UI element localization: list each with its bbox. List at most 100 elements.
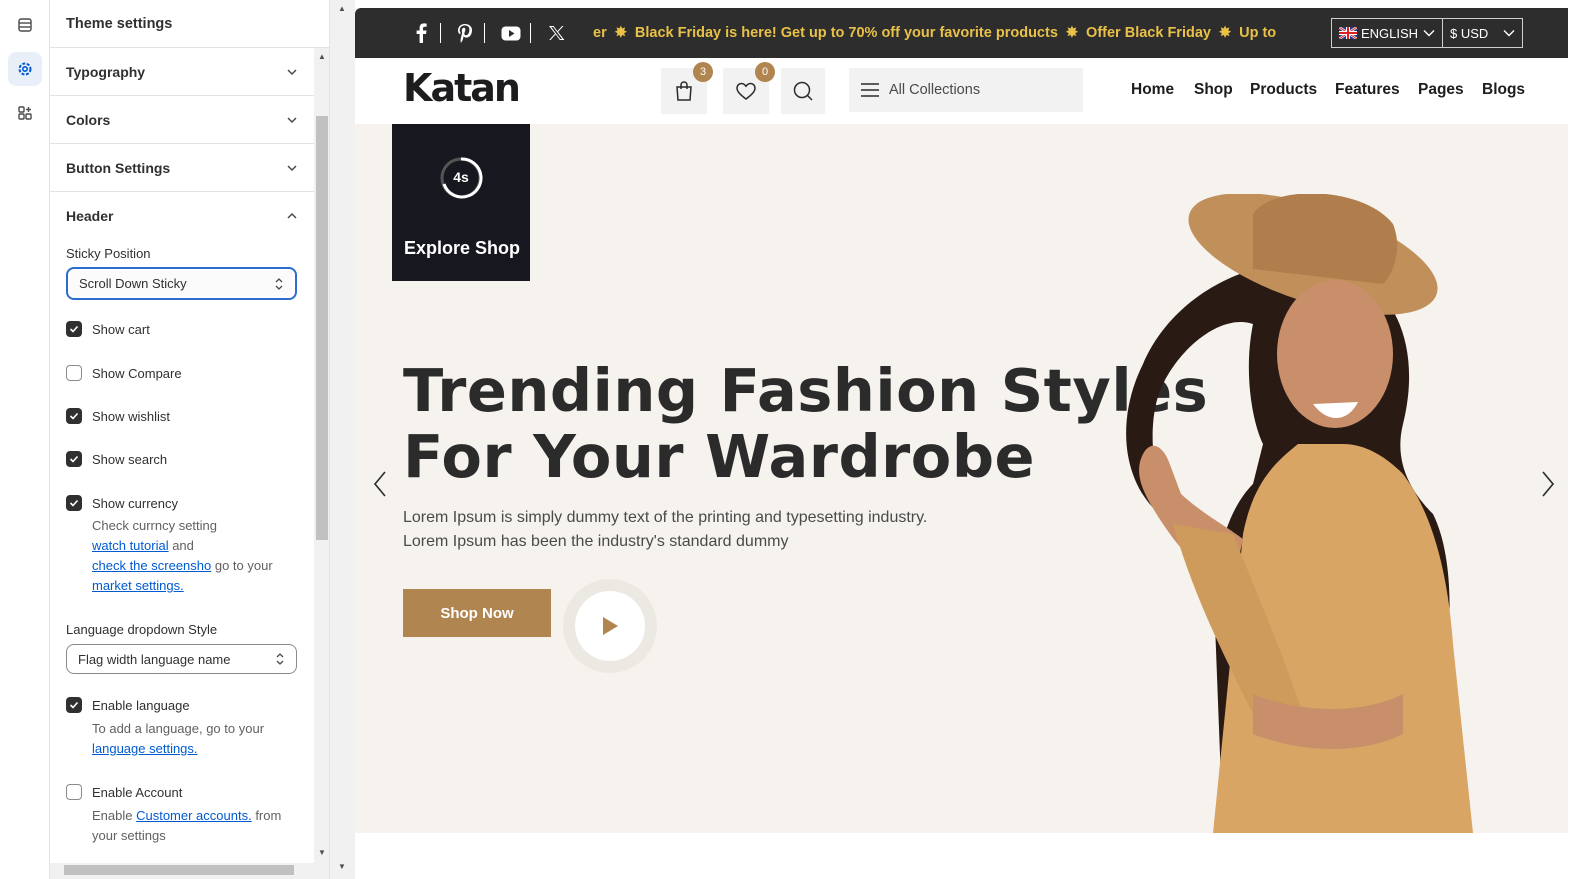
checkbox-checked-icon bbox=[66, 321, 82, 337]
currency-dropdown[interactable]: $ USD bbox=[1442, 18, 1523, 48]
preview-gutter: ▲ ▼ bbox=[330, 0, 355, 879]
prev-slide-button[interactable] bbox=[368, 469, 392, 499]
play-icon bbox=[603, 617, 618, 635]
section-typography[interactable]: Typography bbox=[50, 48, 314, 96]
headline-line: Trending Fashion Styles bbox=[403, 356, 1209, 425]
x-icon[interactable] bbox=[545, 22, 567, 44]
wishlist-icon bbox=[736, 82, 756, 100]
select-arrows-icon bbox=[276, 653, 284, 665]
enable-account-checkbox[interactable]: Enable Account bbox=[66, 784, 182, 800]
sticky-position-select[interactable]: Scroll Down Sticky bbox=[66, 267, 297, 300]
show-search-checkbox[interactable]: Show search bbox=[66, 451, 167, 467]
panel-horizontal-scrollbar[interactable] bbox=[50, 863, 314, 879]
chevron-left-icon bbox=[373, 471, 386, 497]
help-text: and bbox=[168, 538, 194, 553]
next-slide-button[interactable] bbox=[1536, 469, 1560, 499]
shop-now-button[interactable]: Shop Now bbox=[403, 589, 551, 637]
youtube-icon[interactable] bbox=[500, 22, 522, 44]
language-style-select[interactable]: Flag width language name bbox=[66, 644, 297, 674]
ticker-item: er bbox=[593, 25, 607, 41]
promo-ticker: er ✸ Black Friday is here! Get up to 70%… bbox=[593, 8, 1315, 58]
scroll-up-icon[interactable]: ▲ bbox=[338, 4, 346, 13]
screenshot-link[interactable]: check the screensho bbox=[92, 558, 211, 573]
scroll-down-icon[interactable]: ▼ bbox=[318, 848, 326, 857]
divider bbox=[530, 23, 531, 43]
store-preview: er ✸ Black Friday is here! Get up to 70%… bbox=[355, 8, 1568, 879]
search-icon bbox=[793, 81, 813, 101]
pinterest-icon[interactable] bbox=[454, 22, 476, 44]
store-logo[interactable]: Katan bbox=[403, 66, 521, 110]
language-style-value: Flag width language name bbox=[78, 651, 231, 667]
icon-rail bbox=[0, 0, 50, 879]
language-help-text: To add a language, go to your language s… bbox=[92, 719, 302, 759]
chevron-down-icon bbox=[287, 68, 297, 75]
sticky-position-value: Scroll Down Sticky bbox=[79, 276, 187, 291]
search-button[interactable] bbox=[781, 68, 825, 114]
customer-accounts-link[interactable]: Customer accounts. bbox=[136, 808, 252, 823]
section-label: Header bbox=[66, 208, 114, 224]
language-style-label: Language dropdown Style bbox=[66, 622, 218, 637]
checkbox-unchecked-icon bbox=[66, 784, 82, 800]
language-settings-link[interactable]: language settings. bbox=[92, 741, 198, 756]
cart-icon bbox=[676, 81, 692, 101]
chevron-down-icon bbox=[287, 164, 297, 171]
section-colors[interactable]: Colors bbox=[50, 96, 314, 144]
cart-count-badge: 3 bbox=[693, 62, 713, 82]
show-compare-checkbox[interactable]: Show Compare bbox=[66, 365, 182, 381]
nav-shop[interactable]: Shop bbox=[1194, 81, 1233, 99]
scrollbar-thumb[interactable] bbox=[316, 116, 328, 540]
scroll-down-icon[interactable]: ▼ bbox=[338, 862, 346, 871]
divider bbox=[440, 23, 441, 43]
theme-settings-icon[interactable] bbox=[8, 52, 42, 86]
nav-features[interactable]: Features bbox=[1335, 81, 1400, 99]
hero-description: Lorem Ipsum is simply dummy text of the … bbox=[403, 509, 928, 550]
nav-pages[interactable]: Pages bbox=[1418, 81, 1464, 99]
nav-products[interactable]: Products bbox=[1250, 81, 1317, 99]
section-label: Button Settings bbox=[66, 159, 171, 176]
ticker-item: Black Friday is here! Get up to 70% off … bbox=[634, 25, 1058, 41]
panel-title: Theme settings bbox=[50, 0, 329, 48]
panel-vertical-scrollbar[interactable]: ▲ ▼ bbox=[314, 48, 329, 879]
nav-home[interactable]: Home bbox=[1131, 81, 1174, 99]
checkbox-label: Enable Account bbox=[92, 784, 183, 800]
language-value: ENGLISH bbox=[1361, 25, 1419, 41]
timer-value: 4s bbox=[453, 169, 469, 185]
explore-shop-card[interactable]: 4s Explore Shop bbox=[392, 124, 530, 281]
collections-menu[interactable]: All Collections bbox=[849, 68, 1083, 112]
chevron-down-icon bbox=[1423, 30, 1435, 37]
nav-blogs[interactable]: Blogs bbox=[1482, 81, 1525, 99]
section-label: Colors bbox=[66, 111, 111, 128]
hero-headline: Trending Fashion Styles For Your Wardrob… bbox=[403, 358, 1208, 490]
section-header[interactable]: Header bbox=[50, 192, 314, 240]
wishlist-button[interactable]: 0 bbox=[723, 62, 775, 114]
checkbox-label: Show wishlist bbox=[92, 408, 171, 424]
uk-flag-icon bbox=[1339, 27, 1357, 39]
play-video-button[interactable] bbox=[563, 579, 657, 673]
enable-language-checkbox[interactable]: Enable language bbox=[66, 697, 190, 713]
language-dropdown[interactable]: ENGLISH bbox=[1331, 18, 1443, 48]
show-cart-checkbox[interactable]: Show cart bbox=[66, 321, 150, 337]
explore-shop-label: Explore Shop bbox=[404, 238, 521, 258]
chevron-right-icon bbox=[1542, 471, 1555, 497]
apps-icon[interactable] bbox=[8, 96, 42, 130]
checkbox-checked-icon bbox=[66, 408, 82, 424]
sections-icon[interactable] bbox=[8, 8, 42, 42]
hero-model-image bbox=[1126, 194, 1473, 833]
section-button-settings[interactable]: Button Settings bbox=[50, 144, 314, 192]
checkbox-unchecked-icon bbox=[66, 365, 82, 381]
market-settings-link[interactable]: market settings. bbox=[92, 578, 184, 593]
cart-button[interactable]: 3 bbox=[661, 62, 713, 114]
scroll-up-icon[interactable]: ▲ bbox=[318, 52, 326, 61]
sparkle-icon: ✸ bbox=[614, 25, 627, 41]
checkbox-label: Show cart bbox=[92, 321, 150, 337]
show-currency-checkbox[interactable]: Show currency bbox=[66, 495, 178, 511]
currency-help-text: Check currncy setting watch tutorial and… bbox=[92, 516, 302, 596]
watch-tutorial-link[interactable]: watch tutorial bbox=[92, 538, 169, 553]
scrollbar-thumb[interactable] bbox=[64, 865, 294, 875]
help-text: go to your bbox=[211, 558, 273, 573]
section-label: Typography bbox=[66, 63, 146, 80]
show-wishlist-checkbox[interactable]: Show wishlist bbox=[66, 408, 170, 424]
sparkle-icon: ✸ bbox=[1218, 25, 1232, 41]
help-text: To add a language, go to your bbox=[92, 721, 265, 736]
facebook-icon[interactable] bbox=[410, 22, 432, 44]
